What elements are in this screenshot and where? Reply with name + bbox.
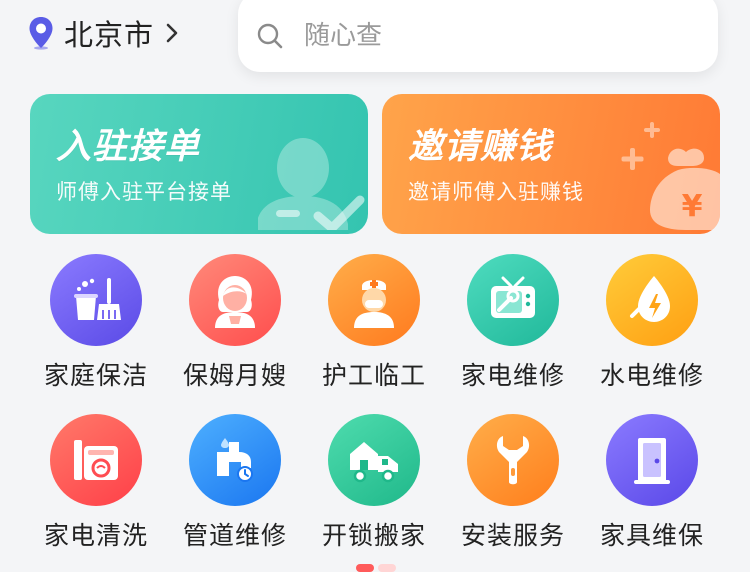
search-input[interactable]: [302, 20, 666, 52]
service-label: 家具维保: [599, 521, 704, 550]
door-icon: [606, 414, 698, 506]
appliance-cleaning-icon: [50, 414, 142, 506]
service-label: 水电维修: [599, 361, 704, 390]
service-appliance-repair[interactable]: 家电维修: [443, 254, 583, 392]
banner-subtitle: 邀请师傅入驻赚钱: [408, 180, 584, 204]
money-bag-icon: ¥: [620, 118, 720, 234]
service-label: 安装服务: [460, 521, 565, 550]
service-label: 护工临工: [321, 361, 426, 390]
service-label: 家庭保洁: [43, 361, 148, 390]
search-icon: [256, 22, 284, 50]
service-label: 开锁搬家: [321, 521, 426, 550]
pipe-repair-icon: [189, 414, 281, 506]
user-check-icon: [256, 130, 368, 234]
page-dot-active: [356, 564, 374, 572]
join-banner[interactable]: 入驻接单 师傅入驻平台接单: [30, 94, 368, 234]
location-pin-icon: [28, 16, 54, 50]
page-dot: [378, 564, 396, 572]
moving-truck-icon: [328, 414, 420, 506]
service-label: 家电清洗: [43, 521, 148, 550]
location-selector[interactable]: 北京市: [28, 12, 180, 54]
nurse-icon: [328, 254, 420, 346]
search-bar[interactable]: [238, 0, 718, 72]
service-installation[interactable]: 安装服务: [443, 414, 583, 552]
cleaning-broom-icon: [50, 254, 142, 346]
service-home-cleaning[interactable]: 家庭保洁: [26, 254, 166, 392]
banner-title: 邀请赚钱: [408, 127, 553, 167]
service-caregiver[interactable]: 护工临工: [304, 254, 444, 392]
service-water-electric[interactable]: 水电维修: [582, 254, 722, 392]
service-nanny[interactable]: 保姆月嫂: [165, 254, 305, 392]
service-furniture-maintenance[interactable]: 家具维保: [582, 414, 722, 552]
water-electric-icon: [606, 254, 698, 346]
chevron-right-icon: [164, 22, 180, 44]
wrench-icon: [467, 414, 559, 506]
invite-banner[interactable]: 邀请赚钱 邀请师傅入驻赚钱 ¥: [382, 94, 720, 234]
banner-title: 入驻接单: [56, 127, 201, 167]
service-appliance-cleaning[interactable]: 家电清洗: [26, 414, 166, 552]
svg-text:¥: ¥: [682, 189, 703, 224]
page-indicator: [356, 564, 396, 572]
service-label: 保姆月嫂: [182, 361, 287, 390]
city-name: 北京市: [64, 18, 155, 52]
service-label: 家电维修: [460, 361, 565, 390]
service-pipe-repair[interactable]: 管道维修: [165, 414, 305, 552]
service-label: 管道维修: [182, 521, 287, 550]
appliance-repair-icon: [467, 254, 559, 346]
nanny-icon: [189, 254, 281, 346]
service-lock-moving[interactable]: 开锁搬家: [304, 414, 444, 552]
banner-subtitle: 师傅入驻平台接单: [56, 180, 232, 204]
